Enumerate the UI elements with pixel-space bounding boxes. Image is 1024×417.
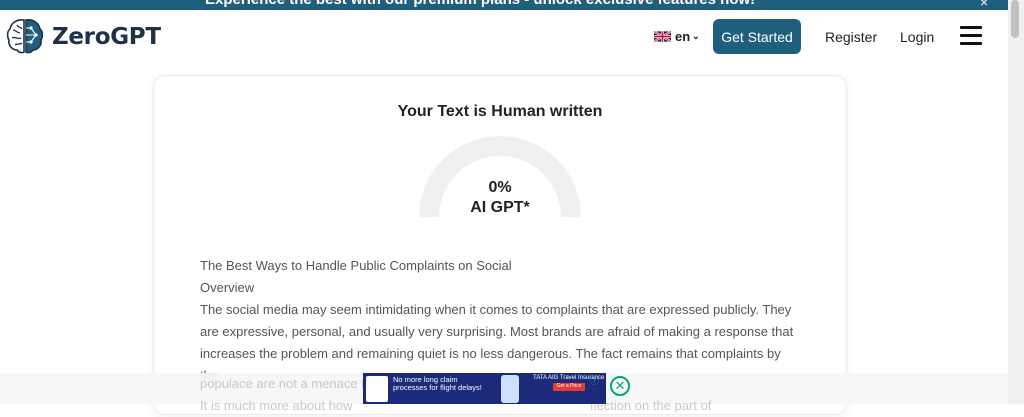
faded-line-left: It is much more about how	[200, 398, 353, 413]
result-title: Your Text is Human written	[397, 103, 603, 120]
ad-logo-icon	[366, 376, 388, 402]
promo-close-icon[interactable]: ×	[980, 0, 988, 10]
ai-percentage: 0%	[488, 179, 512, 196]
analyzed-text: The Best Ways to Handle Public Complaint…	[200, 255, 800, 387]
text-line: Overview	[200, 280, 255, 295]
promo-banner[interactable]: Experience the best with our premium pla…	[0, 0, 1008, 10]
navbar: ZeroGPT en ⌄ Get Started Register Login	[0, 10, 1008, 65]
language-selector[interactable]: en ⌄	[654, 29, 700, 44]
promo-text: Experience the best with our premium pla…	[205, 0, 755, 8]
register-link[interactable]: Register	[825, 29, 877, 45]
scrollbar-thumb[interactable]	[1011, 0, 1019, 38]
hamburger-menu-icon[interactable]	[960, 26, 982, 46]
ad-headline: No more long claim processes for flight …	[393, 375, 482, 392]
ad-cta-button[interactable]: Get a Price	[553, 383, 585, 391]
scrollbar-track[interactable]	[1008, 0, 1024, 404]
get-started-button[interactable]: Get Started	[713, 19, 801, 54]
logo-text[interactable]: ZeroGPT	[52, 24, 161, 50]
chevron-down-icon: ⌄	[692, 31, 700, 41]
uk-flag-icon	[654, 31, 671, 42]
login-link[interactable]: Login	[900, 29, 934, 45]
ad-banner[interactable]: No more long claim processes for flight …	[363, 373, 606, 404]
ad-close-icon[interactable]: ✕	[610, 376, 630, 396]
text-line: The Best Ways to Handle Public Complaint…	[200, 258, 512, 273]
ai-gpt-label: AI GPT*	[470, 199, 530, 216]
language-label: en	[675, 29, 691, 44]
phone-icon	[501, 375, 519, 403]
faded-line-right: flection on the part of	[590, 398, 712, 413]
ad-info-icon[interactable]: ⓘ	[590, 374, 599, 387]
brain-logo-icon[interactable]	[5, 16, 45, 56]
